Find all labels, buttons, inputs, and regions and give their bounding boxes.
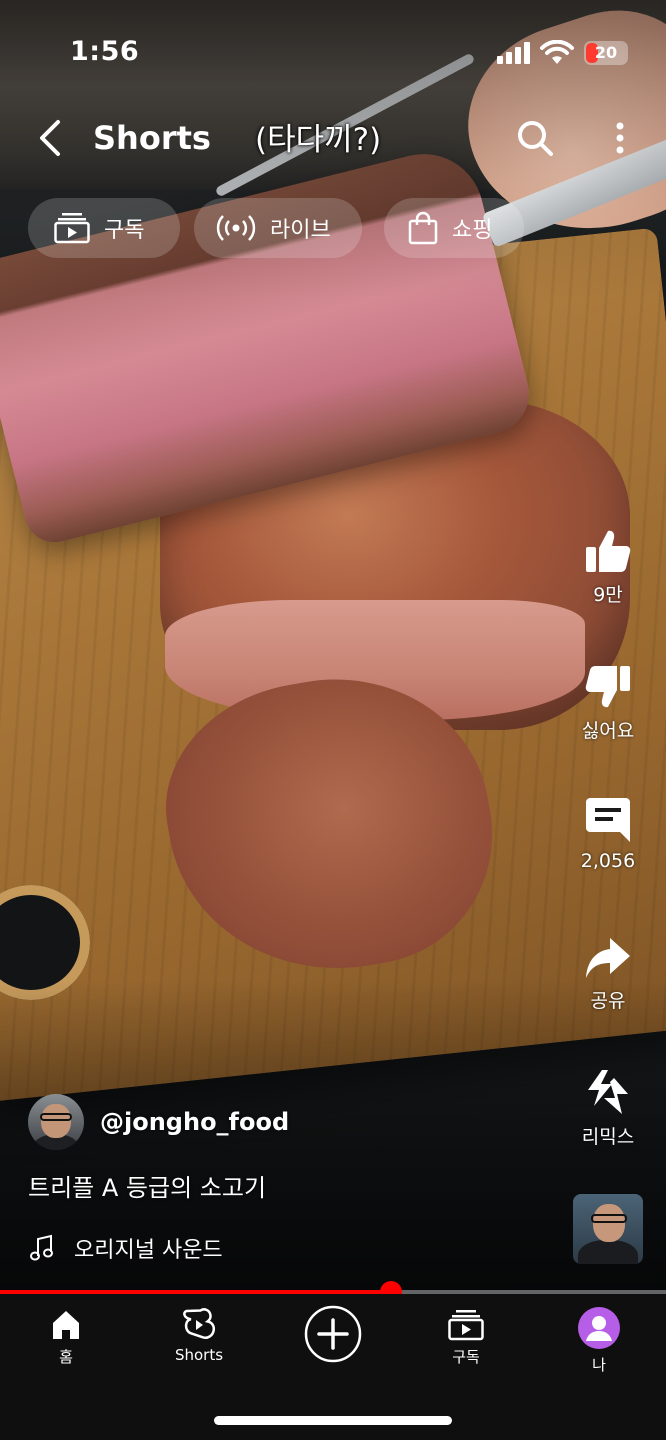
- dislike-button[interactable]: 싫어요: [558, 664, 658, 743]
- share-button[interactable]: 공유: [558, 936, 658, 1013]
- comment-count: 2,056: [580, 850, 636, 872]
- nav-label: 홈: [59, 1348, 73, 1366]
- share-label: 공유: [590, 990, 626, 1012]
- remix-label: 리믹스: [581, 1126, 635, 1148]
- chip-live[interactable]: 라이브: [194, 198, 362, 258]
- top-bar: Shorts (타다끼?): [0, 110, 666, 166]
- share-arrow-icon: [586, 938, 630, 978]
- subscriptions-icon: [54, 213, 90, 244]
- thumbs-down-icon: [585, 666, 630, 708]
- nav-subscriptions[interactable]: 구독: [406, 1308, 526, 1367]
- feed-filter-chips: 구독 라이브 쇼핑: [0, 198, 666, 258]
- like-button[interactable]: 9만: [558, 528, 658, 607]
- chip-label: 라이브: [270, 218, 331, 243]
- remix-icon: [588, 1070, 628, 1114]
- dislike-label: 싫어요: [581, 720, 635, 742]
- like-count: 9만: [593, 584, 623, 606]
- status-time: 1:56: [70, 36, 140, 67]
- wifi-icon: [540, 40, 574, 64]
- battery-level: 20: [594, 43, 618, 62]
- home-icon: [53, 1311, 79, 1339]
- more-options-icon[interactable]: [605, 118, 635, 158]
- video-caption-text: (타다끼?): [255, 122, 382, 158]
- comments-button[interactable]: 2,056: [558, 796, 658, 872]
- battery-icon: 20: [584, 41, 628, 65]
- thumbs-up-icon: [586, 530, 631, 572]
- chip-subscriptions[interactable]: 구독: [28, 198, 180, 258]
- nav-you[interactable]: 나: [539, 1306, 659, 1375]
- profile-avatar-icon: [578, 1307, 620, 1349]
- cellular-signal-icon: [497, 42, 533, 64]
- page-title: Shorts: [93, 119, 211, 157]
- music-note-icon: [30, 1234, 53, 1261]
- shopping-bag-icon: [408, 211, 438, 245]
- chip-label: 쇼핑: [452, 218, 493, 243]
- home-indicator[interactable]: [214, 1416, 452, 1425]
- nav-home[interactable]: 홈: [6, 1308, 126, 1367]
- nav-label: Shorts: [174, 1346, 224, 1364]
- subscriptions-icon: [448, 1310, 484, 1341]
- video-title[interactable]: 트리플 A 등급의 소고기: [28, 1170, 266, 1206]
- comment-icon: [586, 798, 630, 842]
- shorts-icon: [183, 1308, 216, 1339]
- search-icon[interactable]: [515, 118, 555, 158]
- nav-label: 나: [592, 1356, 606, 1374]
- sound-link[interactable]: 오리지널 사운드: [30, 1232, 223, 1264]
- chip-label: 구독: [104, 218, 145, 243]
- channel-avatar[interactable]: [28, 1094, 84, 1150]
- chip-shopping[interactable]: 쇼핑: [384, 198, 524, 258]
- create-plus-icon: [304, 1305, 362, 1363]
- sound-thumbnail[interactable]: [573, 1194, 643, 1264]
- back-arrow-icon[interactable]: [32, 116, 68, 160]
- nav-shorts[interactable]: Shorts: [139, 1308, 259, 1364]
- channel-info[interactable]: @jongho_food: [28, 1094, 289, 1150]
- status-bar: 1:56 20: [0, 30, 666, 76]
- remix-button[interactable]: 리믹스: [558, 1068, 658, 1149]
- nav-create[interactable]: [273, 1304, 393, 1368]
- nav-label: 구독: [452, 1348, 480, 1366]
- sound-name: 오리지널 사운드: [74, 1238, 223, 1263]
- channel-handle[interactable]: @jongho_food: [100, 1108, 289, 1136]
- live-icon: [216, 215, 256, 241]
